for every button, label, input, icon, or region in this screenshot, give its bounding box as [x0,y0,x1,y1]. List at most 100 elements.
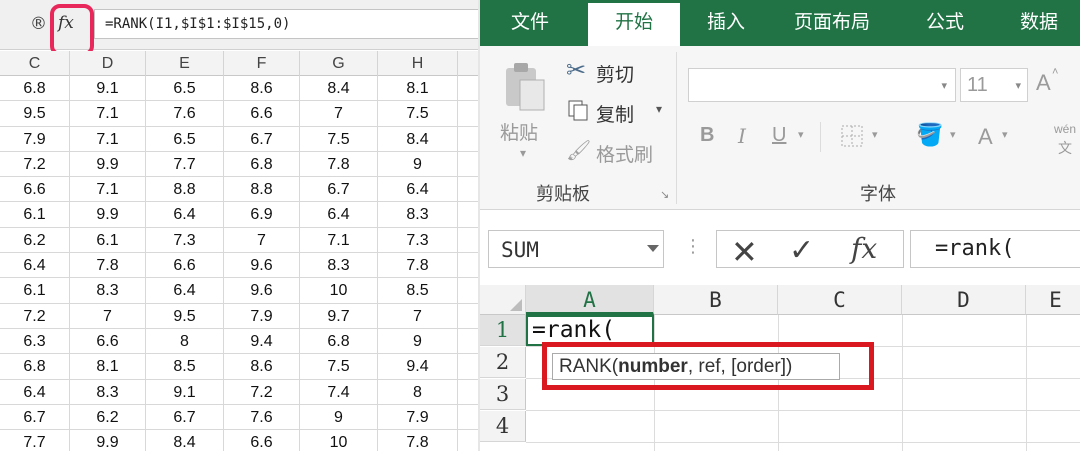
formula-bar-grip-icon[interactable]: ⋮ [684,236,702,257]
table-cell[interactable]: 9.4 [378,354,458,380]
table-cell[interactable]: 7.5 [300,126,378,152]
table-cell[interactable]: 8.1 [378,76,458,101]
table-cell[interactable]: 6.6 [224,430,300,451]
table-cell[interactable]: 6.2 [0,227,70,253]
table-cell[interactable]: 6.7 [224,126,300,152]
font-name-dropdown[interactable]: ▾ [688,68,956,102]
fill-color-icon[interactable]: 🪣 [916,122,943,148]
cut-label[interactable]: 剪切 [596,60,634,87]
table-cell[interactable]: 6.7 [300,177,378,203]
paste-icon[interactable] [502,60,548,114]
table-cell[interactable]: 6.4 [378,177,458,203]
table-cell[interactable]: 8.4 [300,76,378,101]
font-color-button[interactable]: A [978,124,993,150]
table-cell[interactable]: 10 [300,278,378,304]
table-cell[interactable]: 6.7 [0,404,70,430]
left-column-header[interactable]: C [0,51,70,76]
table-cell[interactable]: 7 [224,227,300,253]
table-cell[interactable]: 6.4 [146,202,224,228]
table-cell[interactable]: 7.7 [146,151,224,177]
table-cell[interactable]: 8.8 [146,177,224,203]
clipboard-launcher-icon[interactable]: ↘ [660,188,669,201]
table-cell[interactable]: 8.5 [146,354,224,380]
table-cell[interactable]: 7 [300,101,378,127]
row-header-3[interactable]: 3 [480,379,526,410]
table-cell[interactable]: 7.8 [378,430,458,451]
table-cell[interactable]: 7.1 [70,177,146,203]
table-cell[interactable]: 8.5 [378,278,458,304]
function-wizard-icon[interactable]: ® [30,14,47,34]
table-cell[interactable]: 6.4 [0,379,70,405]
table-cell[interactable]: 9.1 [70,76,146,101]
table-cell[interactable]: 8.4 [378,126,458,152]
tab-formulas[interactable]: 公式 [900,0,990,46]
table-cell[interactable]: 9.4 [224,328,300,354]
table-cell[interactable]: 7.9 [378,404,458,430]
insert-function-icon[interactable]: fx [851,232,877,265]
table-cell[interactable]: 6.8 [0,76,70,101]
table-cell[interactable]: 9.9 [70,151,146,177]
table-cell[interactable]: 7.3 [378,227,458,253]
table-cell[interactable]: 7.3 [146,227,224,253]
table-cell[interactable]: 6.9 [224,202,300,228]
table-cell[interactable]: 9.1 [146,379,224,405]
table-cell[interactable]: 9.6 [224,278,300,304]
table-cell[interactable]: 6.6 [0,177,70,203]
table-cell[interactable]: 7.2 [0,303,70,329]
table-cell[interactable]: 6.4 [146,278,224,304]
table-cell[interactable]: 9.5 [0,101,70,127]
table-cell[interactable]: 8.6 [224,76,300,101]
left-formula-input[interactable]: =RANK(I1,$I$1:$I$15,0) [94,9,478,39]
table-cell[interactable]: 7.9 [224,303,300,329]
paste-label[interactable]: 粘贴 [500,118,538,145]
table-cell[interactable]: 7.1 [300,227,378,253]
format-painter-label[interactable]: 格式刷 [596,140,653,167]
table-cell[interactable]: 8.3 [70,379,146,405]
tab-file[interactable]: 文件 [480,0,580,46]
name-box-chevron-icon[interactable] [647,245,659,252]
copy-dropdown-icon[interactable]: ▾ [656,102,662,116]
tab-data[interactable]: 数据 [996,0,1080,46]
table-cell[interactable]: 7.5 [300,354,378,380]
table-cell[interactable]: 7.8 [300,151,378,177]
table-cell[interactable]: 6.7 [146,404,224,430]
table-cell[interactable]: 7.2 [0,151,70,177]
copy-icon[interactable] [566,98,590,127]
fill-color-dropdown-icon[interactable]: ▾ [950,128,956,141]
table-cell[interactable]: 8.6 [224,354,300,380]
table-cell[interactable]: 6.1 [0,202,70,228]
left-column-header[interactable]: D [70,51,146,76]
phonetic-bottom-label[interactable]: 文 [1058,138,1072,158]
table-cell[interactable]: 6.6 [224,101,300,127]
table-cell[interactable]: 9.5 [146,303,224,329]
formula-input[interactable]: =rank( [910,230,1080,268]
underline-dropdown-icon[interactable]: ▾ [798,128,804,141]
table-cell[interactable]: 8 [146,328,224,354]
underline-button[interactable]: U [772,124,786,147]
column-header-a[interactable]: A [526,285,654,315]
grow-font-icon[interactable]: A [1036,70,1051,96]
table-cell[interactable]: 7.4 [300,379,378,405]
table-cell[interactable]: 6.4 [0,253,70,279]
table-cell[interactable]: 7.1 [70,101,146,127]
table-cell[interactable]: 9 [378,151,458,177]
row-header-1[interactable]: 1 [480,315,526,346]
paste-dropdown-icon[interactable]: ▾ [520,146,526,160]
table-cell[interactable]: 6.2 [70,404,146,430]
column-header-c[interactable]: C [778,285,902,315]
table-cell[interactable]: 8.3 [70,278,146,304]
scissors-icon[interactable]: ✂ [566,56,586,85]
table-cell[interactable]: 9 [378,328,458,354]
format-painter-icon[interactable]: 🖌 [566,138,591,163]
column-header-b[interactable]: B [654,285,778,315]
select-all-button[interactable] [480,285,526,315]
table-cell[interactable]: 6.8 [224,151,300,177]
table-cell[interactable]: 7.6 [224,404,300,430]
tab-page-layout[interactable]: 页面布局 [772,0,892,46]
font-size-dropdown[interactable]: 11 ▾ [960,68,1028,102]
table-cell[interactable]: 6.1 [0,278,70,304]
table-cell[interactable]: 7.6 [146,101,224,127]
table-cell[interactable]: 8.3 [300,253,378,279]
table-cell[interactable]: 6.6 [70,328,146,354]
tab-home[interactable]: 开始 [588,0,680,46]
